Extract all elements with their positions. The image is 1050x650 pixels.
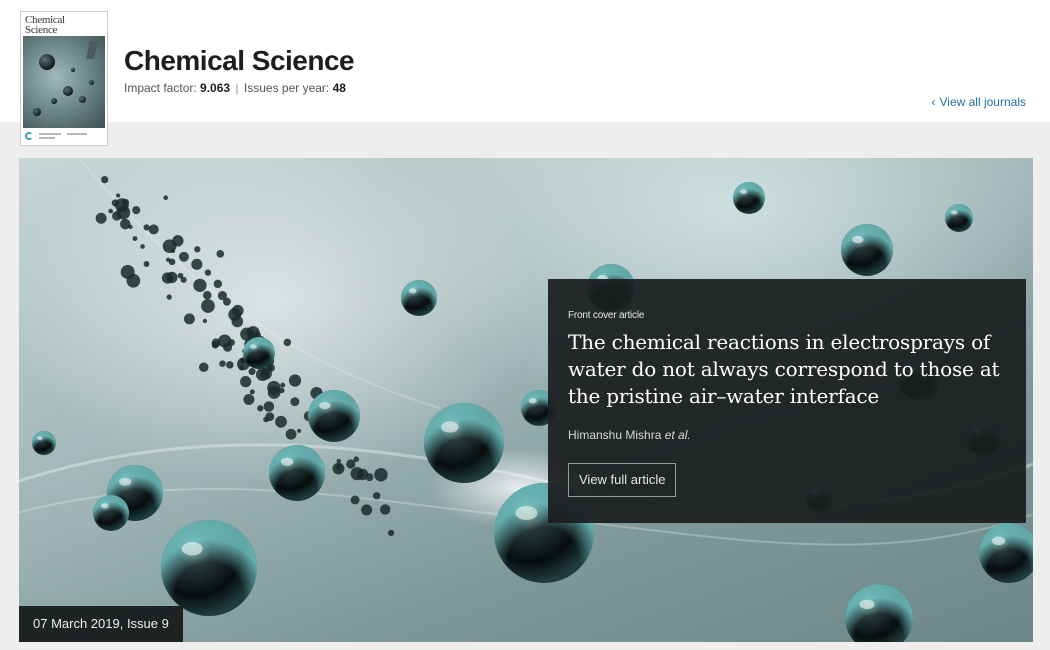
thumbnail-publisher-logo (25, 131, 103, 141)
featured-cover-hero[interactable]: Front cover article The chemical reactio… (19, 158, 1033, 642)
meta-separator: | (235, 81, 239, 95)
view-all-journals-link[interactable]: ‹ View all journals (932, 95, 1027, 109)
journal-header: Chemical Science Impact factor: 9.063 | … (0, 0, 1050, 122)
chevron-left-icon: ‹ (931, 95, 936, 109)
author-suffix: et al. (664, 428, 691, 442)
journal-cover-thumbnail[interactable]: Chemical Science (20, 11, 108, 146)
journal-meta: Impact factor: 9.063 | Issues per year: … (124, 81, 346, 95)
author-name: Himanshu Mishra (568, 428, 662, 442)
issues-per-year-label: Issues per year: (243, 81, 330, 95)
thumbnail-cover-art (23, 36, 105, 128)
front-cover-article-panel: Front cover article The chemical reactio… (548, 279, 1026, 523)
article-authors: Himanshu Mishra et al. (568, 428, 691, 442)
view-all-journals-label: View all journals (939, 95, 1027, 109)
journal-title: Chemical Science (124, 45, 355, 76)
front-cover-label: Front cover article (568, 310, 645, 321)
thumbnail-title: Chemical Science (25, 14, 65, 36)
article-title[interactable]: The chemical reactions in electrosprays … (568, 329, 1008, 410)
issues-per-year-value: 48 (332, 81, 346, 95)
impact-factor-label: Impact factor: (124, 81, 197, 95)
issue-date-badge: 07 March 2019, Issue 9 (19, 606, 183, 642)
impact-factor-value: 9.063 (200, 81, 231, 95)
view-full-article-button[interactable]: View full article (568, 463, 677, 497)
